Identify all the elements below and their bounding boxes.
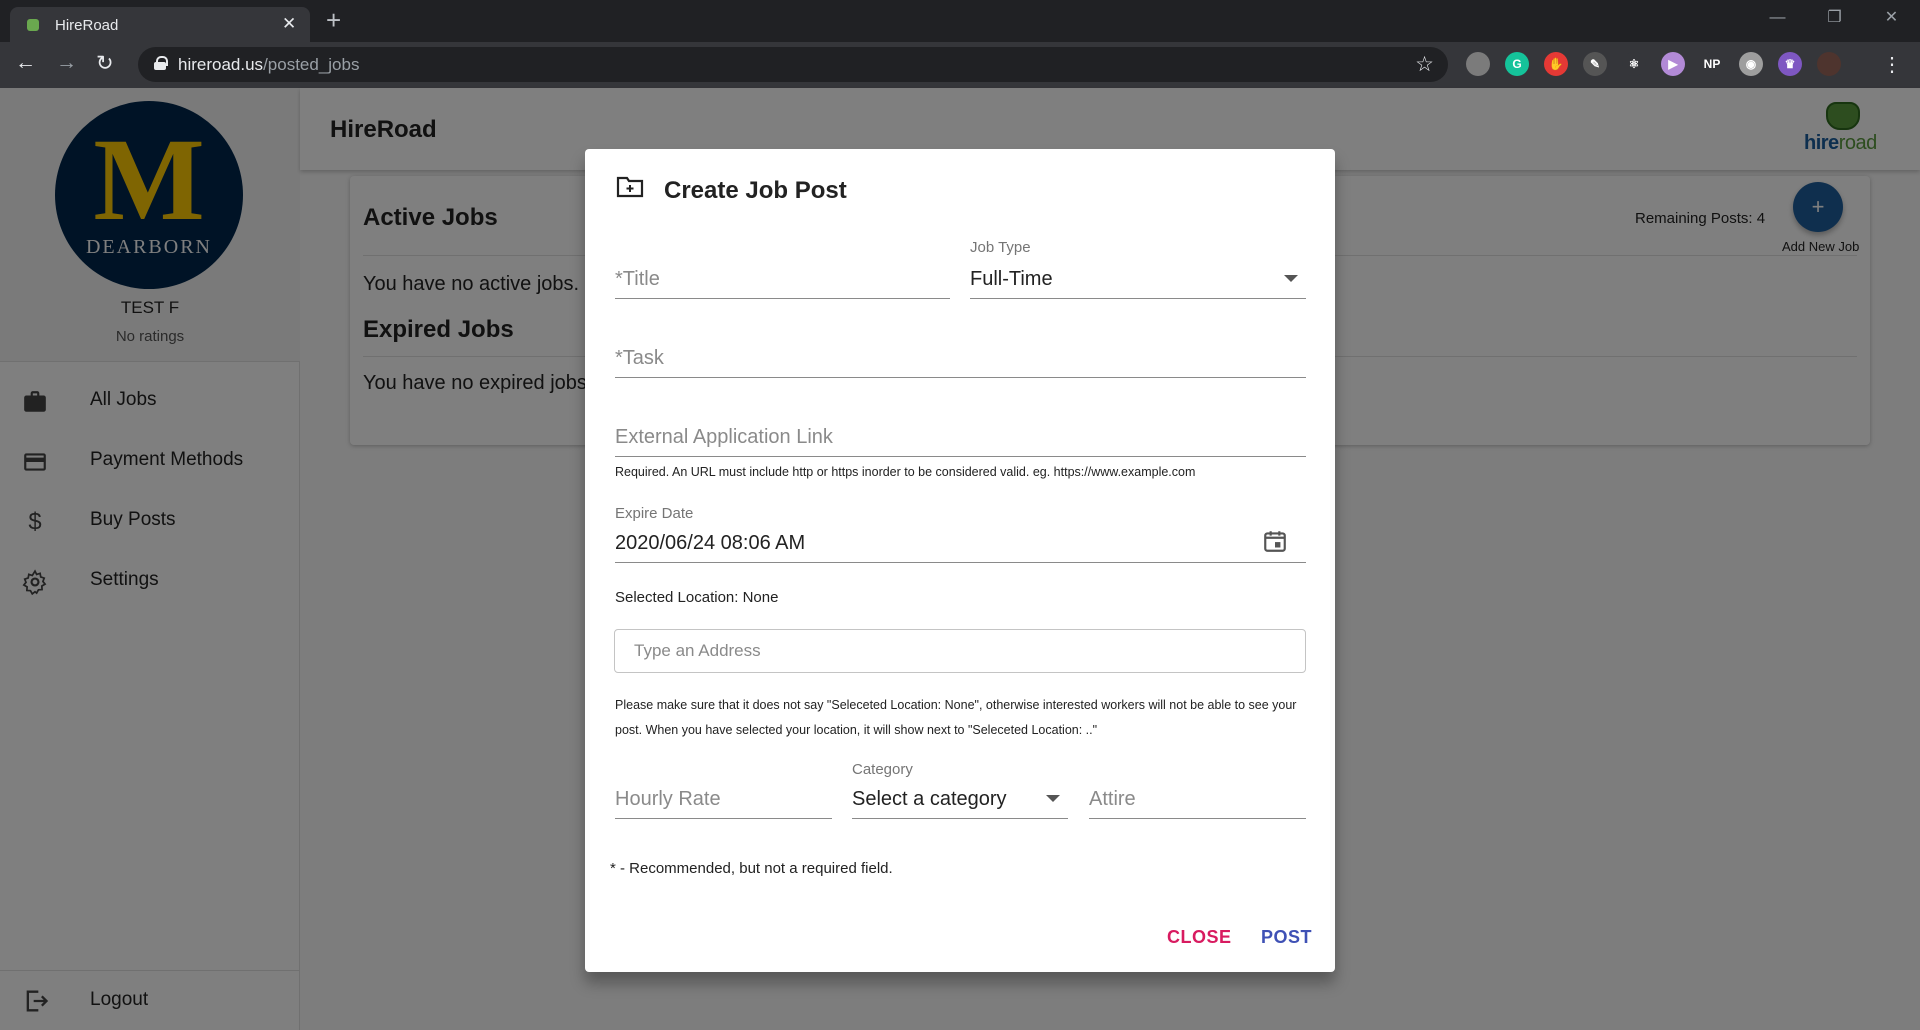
tab-close-icon[interactable]: ✕	[282, 14, 296, 34]
expire-date-label: Expire Date	[615, 505, 694, 522]
category-label: Category	[852, 761, 913, 778]
task-placeholder: *Task	[615, 347, 664, 369]
folder-add-icon	[616, 176, 644, 198]
expire-date-input[interactable]: Expire Date 2020/06/24 08:06 AM	[615, 505, 1306, 563]
url-helper-text: Required. An URL must include http or ht…	[615, 465, 1196, 479]
recommended-note: * - Recommended, but not a required fiel…	[610, 860, 893, 877]
window-close-button[interactable]: ✕	[1863, 0, 1920, 36]
adblock-icon[interactable]: ✋	[1544, 52, 1568, 76]
window-controls: — ❐ ✕	[1749, 0, 1920, 36]
hourly-rate-placeholder: Hourly Rate	[615, 788, 721, 810]
post-button[interactable]: POST	[1261, 927, 1312, 948]
extension-icons: G ✋ ✎ ⚛ ▶ NP ◉ ♛	[1466, 52, 1841, 76]
address-bar[interactable]: hireroad.us/posted_jobs ☆	[138, 47, 1448, 82]
lock-icon	[154, 56, 168, 70]
job-type-label: Job Type	[970, 239, 1031, 256]
bookmark-star-icon[interactable]: ☆	[1415, 52, 1434, 77]
attire-input[interactable]: Attire	[1089, 769, 1306, 819]
expire-date-value: 2020/06/24 08:06 AM	[615, 532, 806, 554]
restore-button[interactable]: ❐	[1806, 0, 1863, 36]
category-value: Select a category	[852, 788, 1007, 810]
url-host: hireroad.us	[178, 55, 264, 74]
reload-button[interactable]: ↻	[96, 51, 114, 76]
job-type-select[interactable]: Job Type Full-Time	[970, 239, 1306, 299]
close-button[interactable]: CLOSE	[1167, 927, 1232, 948]
pen-icon[interactable]: ✎	[1583, 52, 1607, 76]
minimize-button[interactable]: —	[1749, 0, 1806, 36]
dropdown-arrow-icon	[1284, 275, 1298, 282]
favicon-icon	[27, 19, 39, 31]
external-link-input[interactable]: External Application Link	[615, 407, 1306, 457]
category-select[interactable]: Category Select a category	[852, 761, 1068, 819]
dropdown-arrow-icon	[1046, 795, 1060, 802]
address-placeholder: Type an Address	[634, 641, 761, 660]
browser-menu-icon[interactable]: ⋮	[1882, 52, 1902, 77]
extension-icon[interactable]	[1466, 52, 1490, 76]
browser-tab-strip: HireRoad ✕ + — ❐ ✕	[0, 0, 1920, 42]
play-icon[interactable]: ▶	[1661, 52, 1685, 76]
task-input[interactable]: *Task	[615, 329, 1306, 378]
tab-title: HireRoad	[55, 17, 119, 34]
forward-button[interactable]: →	[56, 51, 77, 75]
job-type-value: Full-Time	[970, 268, 1053, 290]
title-input[interactable]: *Title	[615, 239, 950, 299]
attire-placeholder: Attire	[1089, 788, 1136, 810]
title-placeholder: *Title	[615, 268, 660, 290]
purple-extension-icon[interactable]: ♛	[1778, 52, 1802, 76]
url-text: hireroad.us/posted_jobs	[178, 55, 359, 75]
location-warning: Please make sure that it does not say "S…	[615, 698, 1297, 737]
create-job-dialog: Create Job Post *Title Job Type Full-Tim…	[585, 149, 1335, 972]
profile-avatar-icon[interactable]	[1817, 52, 1841, 76]
calendar-icon[interactable]	[1262, 528, 1288, 554]
url-path: /posted_jobs	[263, 55, 360, 74]
browser-tab[interactable]: HireRoad ✕	[10, 7, 310, 42]
address-input[interactable]: Type an Address	[614, 629, 1306, 673]
react-icon[interactable]: ⚛	[1622, 52, 1646, 76]
dialog-title: Create Job Post	[664, 177, 847, 204]
browser-toolbar: ← → ↻ hireroad.us/posted_jobs ☆ G ✋ ✎ ⚛ ▶ NP ◉…	[0, 42, 1920, 88]
external-link-placeholder: External Application Link	[615, 426, 833, 448]
np-icon[interactable]: NP	[1700, 52, 1724, 76]
back-button[interactable]: ←	[15, 51, 36, 75]
hourly-rate-input[interactable]: Hourly Rate	[615, 769, 832, 819]
record-icon[interactable]: ◉	[1739, 52, 1763, 76]
grammarly-icon[interactable]: G	[1505, 52, 1529, 76]
new-tab-button[interactable]: +	[326, 5, 341, 36]
selected-location: Selected Location: None	[615, 589, 779, 606]
